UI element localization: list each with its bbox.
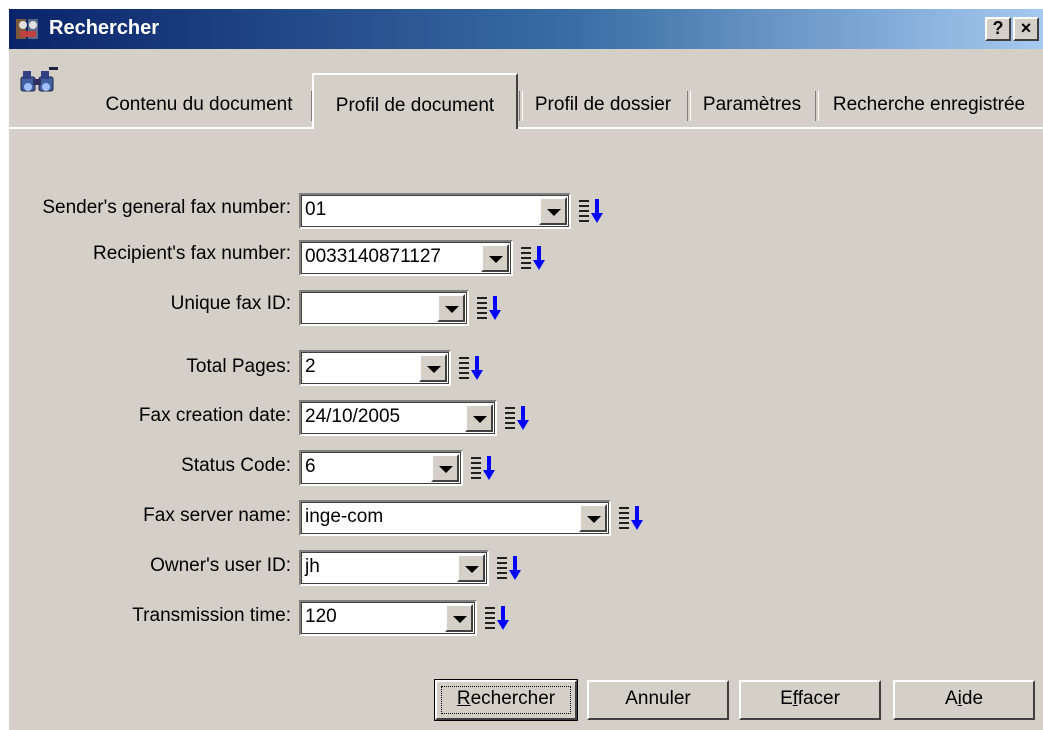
binoculars-icon bbox=[20, 67, 58, 92]
button-label: E bbox=[780, 688, 793, 709]
sort-descending-icon[interactable] bbox=[503, 404, 531, 432]
tab-contenu-du-document[interactable]: Contenu du document bbox=[89, 83, 309, 127]
dropdown-button[interactable] bbox=[419, 354, 447, 382]
total-pages-combo[interactable]: 2 bbox=[299, 350, 451, 386]
sort-descending-icon[interactable] bbox=[617, 504, 645, 532]
field-label-recipient-fax: Recipient's fax number: bbox=[93, 243, 291, 264]
aide-button[interactable]: Aide bbox=[893, 680, 1035, 720]
fax-server-name-combo[interactable]: inge-com bbox=[299, 500, 611, 536]
search-dialog: Rechercher ? × Contenu du document Profi… bbox=[8, 8, 1043, 730]
sort-descending-icon[interactable] bbox=[469, 454, 497, 482]
transmission-time-combo[interactable]: 120 bbox=[299, 600, 477, 636]
field-value: 0033140871127 bbox=[305, 246, 441, 267]
field-label-fax-creation-date: Fax creation date: bbox=[138, 405, 291, 426]
field-label-unique-fax-id: Unique fax ID: bbox=[170, 293, 291, 314]
dropdown-button[interactable] bbox=[437, 294, 465, 322]
button-label: de bbox=[961, 688, 984, 709]
dropdown-button[interactable] bbox=[465, 404, 493, 432]
help-title-button[interactable]: ? bbox=[985, 17, 1011, 41]
unique-fax-id-combo[interactable] bbox=[299, 290, 469, 326]
field-value: 6 bbox=[305, 456, 316, 477]
dropdown-button[interactable] bbox=[457, 554, 485, 582]
sort-descending-icon[interactable] bbox=[475, 294, 503, 322]
field-label-fax-server-name: Fax server name: bbox=[143, 505, 291, 526]
close-button[interactable]: × bbox=[1013, 17, 1039, 41]
field-value: 24/10/2005 bbox=[305, 406, 401, 427]
focus-rectangle bbox=[441, 686, 571, 714]
tab-parametres[interactable]: Paramètres bbox=[691, 83, 813, 127]
button-label: A bbox=[944, 688, 958, 709]
field-label-transmission-time: Transmission time: bbox=[132, 605, 291, 626]
field-label-sender-fax: Sender's general fax number: bbox=[42, 197, 291, 218]
tab-strip-border bbox=[9, 127, 1043, 129]
sort-descending-icon[interactable] bbox=[457, 354, 485, 382]
fax-creation-date-combo[interactable]: 24/10/2005 bbox=[299, 400, 497, 436]
effacer-button[interactable]: Effacer bbox=[739, 680, 881, 720]
field-value: 01 bbox=[305, 199, 327, 220]
field-label-total-pages: Total Pages: bbox=[186, 356, 291, 377]
field-value: inge-com bbox=[305, 506, 384, 527]
title-bar[interactable]: Rechercher ? × bbox=[9, 9, 1043, 49]
tab-recherche-enregistree[interactable]: Recherche enregistrée bbox=[819, 83, 1039, 127]
field-value: 2 bbox=[305, 356, 316, 377]
dropdown-button[interactable] bbox=[539, 197, 567, 225]
sort-descending-icon[interactable] bbox=[577, 197, 605, 225]
tab-profil-de-document[interactable]: Profil de document bbox=[312, 73, 518, 129]
sender-fax-number-combo[interactable]: 01 bbox=[299, 193, 571, 229]
sort-descending-icon[interactable] bbox=[495, 554, 523, 582]
sort-descending-icon[interactable] bbox=[519, 244, 547, 272]
annuler-button[interactable]: Annuler bbox=[587, 680, 729, 720]
button-label: facer bbox=[797, 688, 840, 709]
tab-profil-de-dossier[interactable]: Profil de dossier bbox=[521, 83, 685, 127]
search-app-icon bbox=[16, 19, 38, 39]
dropdown-button[interactable] bbox=[481, 244, 509, 272]
field-value: jh bbox=[305, 556, 320, 577]
field-value: 120 bbox=[305, 606, 337, 627]
dropdown-button[interactable] bbox=[445, 604, 473, 632]
recipient-fax-number-combo[interactable]: 0033140871127 bbox=[299, 240, 513, 276]
sort-descending-icon[interactable] bbox=[483, 604, 511, 632]
rechercher-button[interactable]: Rechercher bbox=[434, 679, 578, 721]
dropdown-button[interactable] bbox=[431, 454, 459, 482]
status-code-combo[interactable]: 6 bbox=[299, 450, 463, 486]
field-label-status-code: Status Code: bbox=[181, 455, 291, 476]
owner-user-id-combo[interactable]: jh bbox=[299, 550, 489, 586]
field-label-owner-user-id: Owner's user ID: bbox=[150, 555, 291, 576]
dropdown-button[interactable] bbox=[579, 504, 607, 532]
window-title: Rechercher bbox=[49, 17, 160, 39]
